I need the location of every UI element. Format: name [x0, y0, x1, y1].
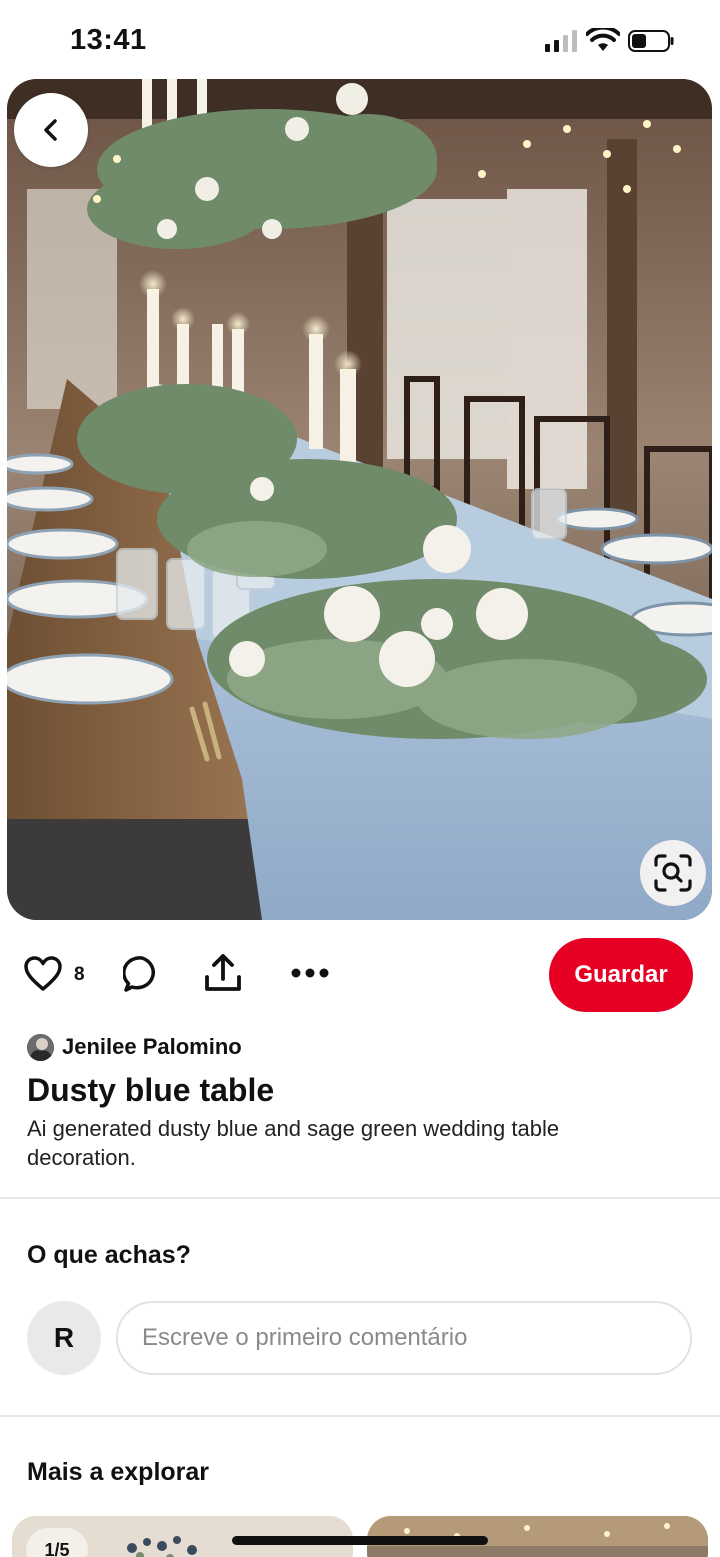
visual-search-button[interactable]	[640, 840, 706, 906]
user-avatar[interactable]: R	[27, 1301, 101, 1375]
visual-search-icon	[654, 854, 692, 892]
pin-title: Dusty blue table	[27, 1072, 275, 1108]
status-bar: 13:41	[0, 0, 720, 80]
wifi-icon	[586, 28, 620, 51]
comment-input[interactable]	[116, 1301, 692, 1375]
action-row: 8 Guardar	[0, 935, 720, 1015]
cellular-signal-icon	[545, 30, 577, 52]
divider	[0, 1415, 720, 1417]
comment-icon[interactable]	[123, 955, 161, 993]
author-avatar[interactable]	[27, 1033, 54, 1061]
page-indicator-badge: 1/5	[26, 1528, 88, 1557]
explore-heading: Mais a explorar	[27, 1458, 210, 1486]
chevron-left-icon	[44, 119, 57, 141]
back-button[interactable]	[14, 93, 88, 167]
author-name[interactable]: Jenilee Palomino	[62, 1034, 242, 1060]
home-indicator	[232, 1536, 488, 1545]
heart-icon[interactable]	[24, 956, 62, 992]
more-options-icon[interactable]	[290, 963, 330, 983]
divider	[0, 1197, 720, 1199]
share-icon[interactable]	[204, 953, 242, 993]
pin-description: Ai generated dusty blue and sage green w…	[27, 1116, 560, 1170]
author-photo-icon	[27, 1033, 54, 1061]
battery-icon	[628, 30, 674, 52]
like-count: 8	[74, 964, 85, 985]
pin-image[interactable]	[7, 79, 712, 920]
save-button[interactable]: Guardar	[549, 938, 693, 1012]
wedding-table-image	[7, 79, 712, 920]
author-row[interactable]: Jenilee Palomino	[27, 1032, 242, 1062]
comments-heading: O que achas?	[27, 1241, 191, 1269]
status-time: 13:41	[70, 24, 147, 56]
